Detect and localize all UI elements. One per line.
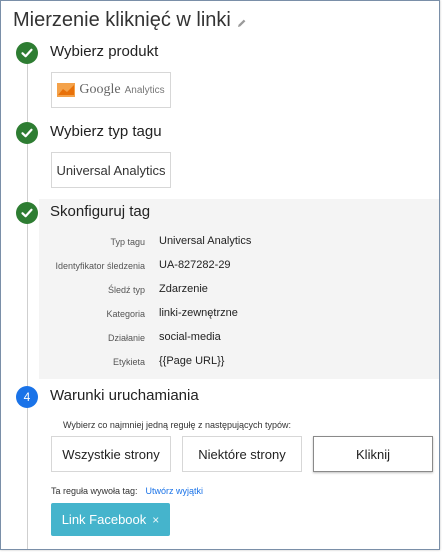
config-label: Kategoria (106, 309, 145, 319)
step-done-check-icon (16, 202, 38, 224)
product-card-google-analytics[interactable]: Google Analytics (51, 72, 171, 108)
config-value: social-media (159, 331, 221, 343)
config-value: {{Page URL}} (159, 355, 225, 367)
step-title-configure: Skonfiguruj tag (50, 203, 151, 220)
rule-chip-link-facebook[interactable]: Link Facebook × (51, 503, 170, 536)
tag-type-label: Universal Analytics (56, 162, 166, 178)
tag-editor-panel: Mierzenie kliknięć w linki Wybierz produ… (0, 0, 440, 550)
close-icon[interactable]: × (152, 513, 159, 527)
firing-hint: Wybierz co najmniej jedną regułę z nastę… (63, 420, 292, 430)
tag-type-card[interactable]: Universal Analytics (51, 152, 171, 188)
rule-chip-label: Link Facebook (61, 512, 147, 527)
step-title-tag-type: Wybierz typ tagu (50, 123, 162, 140)
step-title-firing: Warunki uruchamiania (50, 387, 199, 404)
step-title-product: Wybierz produkt (50, 43, 159, 60)
title-row: Mierzenie kliknięć w linki (13, 7, 247, 33)
rule-label: Ta reguła wywoła tag: (51, 486, 138, 496)
google-analytics-logo-icon (57, 83, 76, 97)
config-value: Zdarzenie (159, 283, 208, 295)
step-done-check-icon (16, 122, 38, 144)
config-label: Identyfikator śledzenia (55, 261, 145, 271)
logo-sub: Analytics (124, 84, 165, 96)
step-done-check-icon (16, 42, 38, 64)
config-label: Typ tagu (110, 237, 145, 247)
create-exceptions-link[interactable]: Utwórz wyjątki (146, 486, 204, 496)
trigger-type-some-pages-button[interactable]: Niektóre strony (182, 436, 302, 472)
google-analytics-logo: Google Analytics (57, 82, 165, 98)
config-label: Etykieta (112, 357, 145, 367)
config-value: linki-zewnętrzne (159, 307, 238, 319)
config-label: Działanie (107, 333, 145, 343)
config-value: UA-827282-29 (159, 259, 231, 271)
page-title: Mierzenie kliknięć w linki (13, 8, 231, 31)
config-label: Śledź typ (107, 285, 145, 295)
trigger-type-all-pages-button[interactable]: Wszystkie strony (51, 436, 171, 472)
pencil-icon[interactable] (237, 15, 247, 27)
logo-word: Google (79, 82, 121, 97)
step-number-badge: 4 (16, 386, 38, 408)
rule-row: Ta reguła wywoła tag: Utwórz wyjątki (51, 486, 203, 496)
trigger-type-click-button[interactable]: Kliknij (313, 436, 433, 472)
config-value: Universal Analytics (159, 235, 252, 247)
